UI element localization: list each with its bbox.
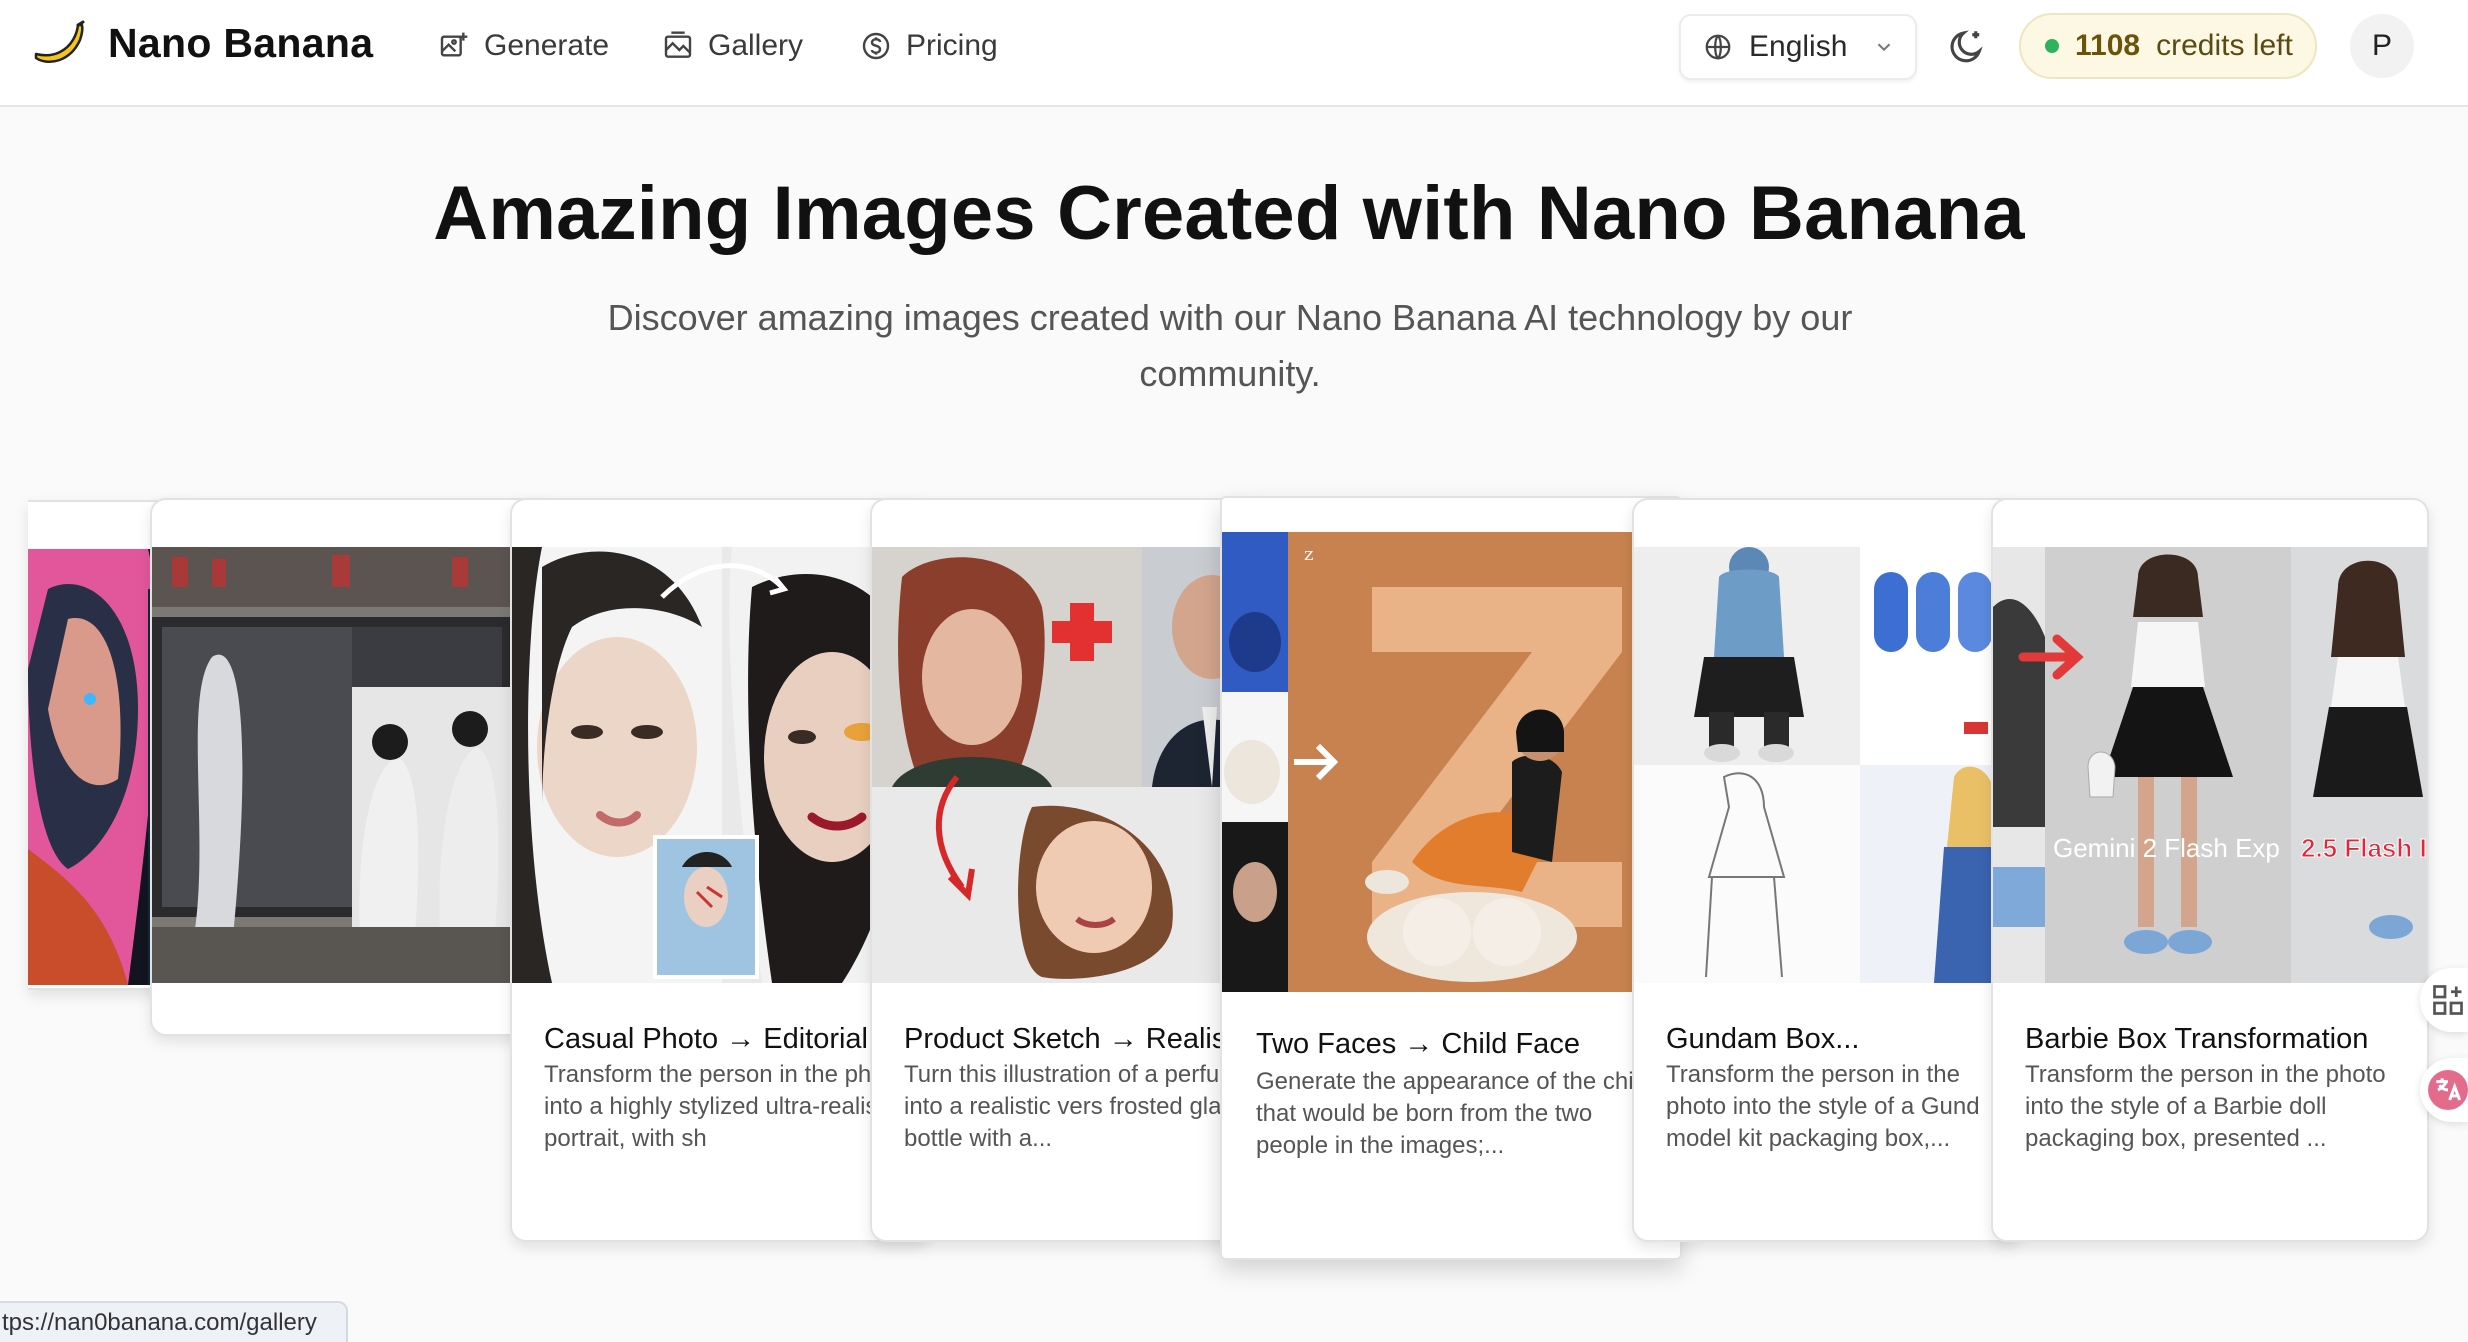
card-title: Barbie Box Transformation (2025, 1023, 2369, 1055)
card-title: Product Sketch → Realis (904, 1023, 1227, 1055)
editorial-portrait-image (512, 547, 928, 983)
language-label: English (1749, 30, 1848, 63)
card-image: Gemini 2 Flash Exp 2.5 Flash I (1993, 547, 2427, 983)
moon-sparkle-icon[interactable] (1946, 26, 1988, 68)
image-plus-icon (440, 32, 468, 57)
chevron-down-icon (1878, 43, 1891, 52)
card-description: Generate the appearance of the child tha… (1256, 1068, 1653, 1159)
card-title: Casual Photo → Editorial (544, 1023, 868, 1055)
grid-sparkle-icon (2433, 985, 2463, 1015)
credits-text: credits left (2156, 29, 2293, 62)
child-face-image: z (1222, 532, 1680, 992)
gemini-overlay-label: Gemini 2 Flash Exp (2053, 833, 2280, 863)
gallery-card-gundam[interactable]: Gundam Box... Transform the person in th… (1632, 498, 2022, 1242)
globe-icon (1705, 34, 1731, 60)
card-title: Gundam Box... (1666, 1023, 1860, 1055)
card-image (872, 547, 1268, 983)
card-image (512, 547, 928, 983)
dollar-circle-icon (862, 32, 890, 60)
card-image (152, 547, 558, 983)
nav-pricing-label: Pricing (906, 29, 998, 62)
two-faces-image (872, 547, 1268, 983)
gallery-card-figure[interactable] (150, 498, 560, 1036)
credits-badge[interactable]: 1108 credits left (2019, 13, 2317, 79)
gallery-card-barbie[interactable]: Gemini 2 Flash Exp 2.5 Flash I Barbie Bo… (1991, 498, 2429, 1242)
nav-generate[interactable]: Generate (438, 26, 609, 66)
svg-text:z: z (1304, 544, 1313, 565)
credits-count: 1108 (2075, 29, 2141, 62)
card-title: Two Faces → Child Face (1256, 1028, 1580, 1060)
barbie-box-image: Gemini 2 Flash Exp 2.5 Flash I (1993, 547, 2427, 983)
nav-gallery[interactable]: Gallery (662, 26, 803, 66)
page-title: Amazing Images Created with Nano Banana (433, 171, 2025, 256)
banana-logo-icon[interactable] (30, 20, 88, 70)
gallery-icon (664, 31, 692, 58)
status-dot-icon (2045, 39, 2059, 53)
card-description: Turn this illustration of a perfume into… (904, 1061, 1253, 1152)
card-description: Transform the person in the photo into a… (544, 1061, 905, 1152)
user-avatar[interactable]: P (2350, 14, 2414, 78)
gallery-card-editorial[interactable]: Casual Photo → Editorial Transform the p… (510, 498, 930, 1242)
browser-status-url: tps://nan0banana.com/gallery (0, 1301, 348, 1342)
nav-gallery-label: Gallery (708, 29, 804, 62)
card-description: Transform the person in the photo into t… (1666, 1061, 1980, 1152)
brand-name[interactable]: Nano Banana (108, 20, 373, 67)
language-selector[interactable]: English (1679, 14, 1917, 80)
gundam-box-image (1634, 547, 2020, 983)
gallery-card-child-face[interactable]: z Two Faces → Child Face Generate the ap… (1220, 496, 1682, 1260)
top-navbar: Nano Banana Generate Gallery Pricing Eng… (0, 0, 2468, 107)
nav-pricing[interactable]: Pricing (860, 26, 998, 66)
gallery-card-product-sketch[interactable]: Product Sketch → Realis Turn this illust… (870, 498, 1270, 1242)
translate-icon (2428, 1070, 2468, 1110)
card-image: z (1222, 532, 1680, 992)
card-image (1634, 547, 2020, 983)
card-description: Transform the person in the photo into t… (2025, 1061, 2386, 1152)
nav-generate-label: Generate (484, 29, 610, 62)
page-subtitle: Discover amazing images created with our… (607, 297, 1853, 394)
figure-render-image (152, 547, 558, 983)
flash-overlay-label: 2.5 Flash I (2301, 833, 2427, 863)
